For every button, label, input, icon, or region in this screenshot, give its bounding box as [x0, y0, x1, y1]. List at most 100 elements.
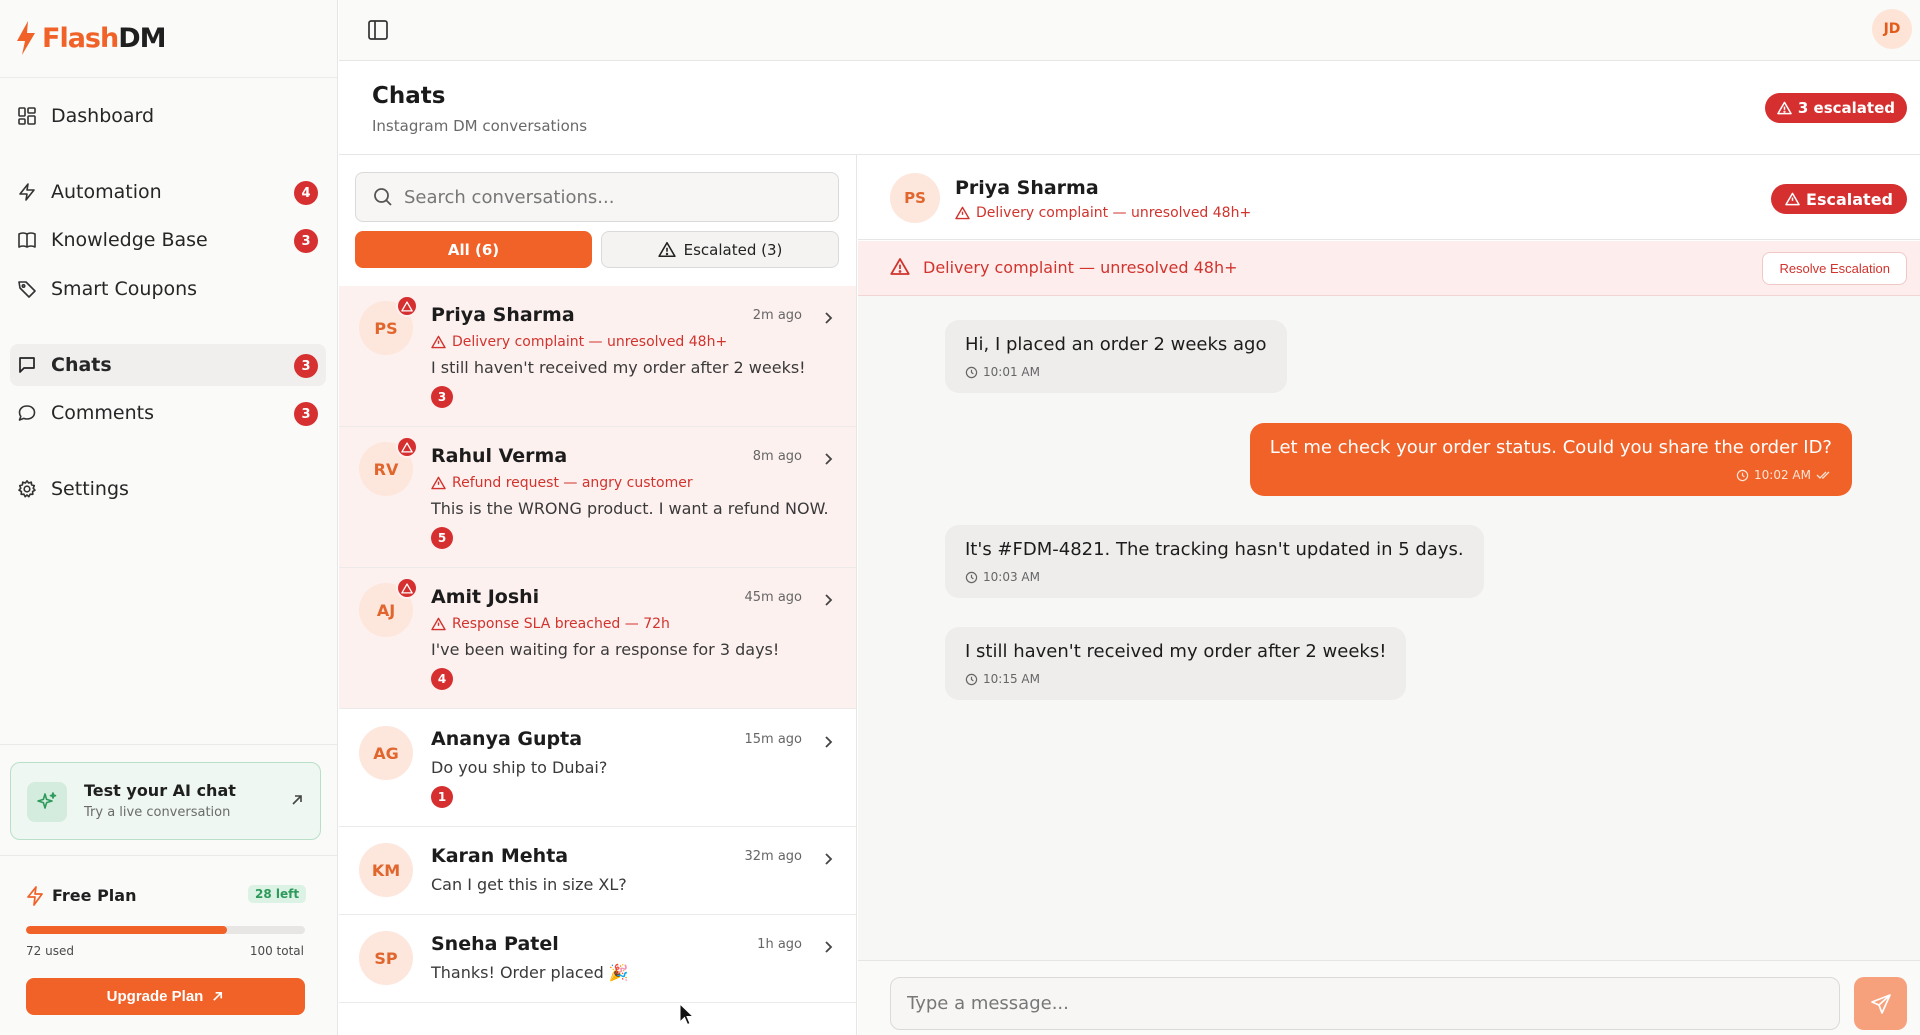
chevron-right-icon	[825, 453, 833, 465]
nav-item-smart-coupons[interactable]: Smart Coupons	[10, 268, 326, 310]
contact-name: Sneha Patel	[431, 933, 559, 955]
page-subtitle: Instagram DM conversations	[372, 117, 588, 135]
escalation-reason-text: Refund request — angry customer	[452, 475, 693, 491]
resolve-escalation-button[interactable]: Resolve Escalation	[1762, 252, 1907, 285]
escalation-reason: Response SLA breached — 72h	[431, 616, 670, 632]
test-ai-chat-card[interactable]: Test your AI chat Try a live conversatio…	[10, 762, 321, 840]
brand-name-part1: Flash	[42, 22, 119, 54]
filter-all-tab[interactable]: All (6)	[355, 231, 592, 268]
nav-label: Knowledge Base	[51, 229, 208, 251]
tag-icon	[16, 278, 38, 300]
avatar: PS	[890, 173, 940, 223]
plan-used-label: 72 used	[26, 944, 74, 958]
search-icon	[374, 188, 392, 206]
message-time: 10:01 AM	[983, 365, 1040, 379]
nav-item-dashboard[interactable]: Dashboard	[10, 95, 326, 137]
plan-total-label: 100 total	[249, 944, 304, 958]
conversation-item[interactable]: RV Rahul Verma 8m ago Refund request — a…	[339, 427, 856, 568]
nav-label: Automation	[51, 181, 162, 203]
contact-name: Amit Joshi	[431, 586, 540, 608]
nav-item-knowledge-base[interactable]: Knowledge Base 3	[10, 219, 326, 261]
message-text: Hi, I placed an order 2 weeks ago	[965, 334, 1267, 355]
chat-contact-name: Priya Sharma	[955, 177, 1099, 199]
unread-count-badge: 4	[431, 668, 453, 690]
chevron-right-icon	[825, 853, 833, 865]
send-button[interactable]	[1854, 977, 1907, 1030]
message-input[interactable]	[890, 977, 1840, 1030]
chevron-right-icon	[825, 594, 833, 606]
conversation-item[interactable]: PS Priya Sharma 2m ago Delivery complain…	[339, 286, 856, 427]
brand-logo[interactable]: FlashDM	[14, 18, 167, 58]
chevron-right-icon	[825, 312, 833, 324]
warning-triangle-icon	[890, 258, 910, 275]
contact-name: Karan Mehta	[431, 845, 569, 867]
sparkle-icon	[27, 782, 67, 822]
escalated-count-badge: 3 escalated	[1764, 93, 1907, 123]
clock-icon	[1736, 469, 1749, 481]
message-time: 32m ago	[744, 849, 802, 864]
message-preview: This is the WRONG product. I want a refu…	[431, 499, 829, 518]
unread-count-badge: 5	[431, 527, 453, 549]
count-badge: 4	[294, 181, 318, 205]
message-preview: Do you ship to Dubai?	[431, 758, 608, 777]
warning-triangle-icon	[431, 335, 446, 349]
conversation-list-pane: All (6) Escalated (3) PS Priya Sharma 2m…	[339, 155, 857, 1035]
unread-count-badge: 1	[431, 786, 453, 808]
filter-escalated-tab[interactable]: Escalated (3)	[601, 231, 839, 268]
contact-name: Ananya Gupta	[431, 728, 583, 750]
contact-name: Rahul Verma	[431, 445, 568, 467]
top-bar: JD	[339, 0, 1920, 61]
search-box	[355, 172, 839, 222]
chat-bubble-icon	[16, 402, 38, 424]
warning-triangle-icon	[955, 206, 970, 220]
filter-escalated-label: Escalated (3)	[683, 240, 783, 259]
message-preview: Can I get this in size XL?	[431, 875, 627, 894]
incoming-message: I still haven't received my order after …	[945, 627, 1407, 700]
message-preview: I've been waiting for a response for 3 d…	[431, 640, 780, 659]
plan-name: Free Plan	[52, 886, 137, 905]
message-preview: I still haven't received my order after …	[431, 358, 806, 377]
search-input[interactable]	[404, 186, 824, 208]
brand-name-part2: DM	[118, 22, 166, 54]
upgrade-plan-button[interactable]: Upgrade Plan	[26, 978, 305, 1015]
escalation-flag-icon	[396, 436, 418, 458]
conversation-item[interactable]: AJ Amit Joshi 45m ago Response SLA breac…	[339, 568, 856, 709]
dashboard-grid-icon	[16, 105, 38, 127]
message-time: 15m ago	[744, 732, 802, 747]
divider	[0, 744, 338, 745]
arrow-up-right-icon	[292, 795, 302, 805]
conversation-item[interactable]: KM Karan Mehta 32m ago Can I get this in…	[339, 827, 856, 915]
message-time: 10:02 AM	[1754, 468, 1811, 482]
nav-label: Settings	[51, 478, 129, 500]
gear-icon	[16, 478, 38, 500]
conversation-item[interactable]: AG Ananya Gupta 15m ago Do you ship to D…	[339, 709, 856, 827]
nav-label: Chats	[51, 354, 112, 376]
bolt-logo-icon	[17, 21, 35, 55]
user-avatar[interactable]: JD	[1872, 9, 1912, 49]
plan-usage-progress-fill	[26, 926, 227, 934]
warning-triangle-icon	[1777, 101, 1792, 115]
warning-triangle-icon	[431, 476, 446, 490]
arrow-up-right-icon	[213, 991, 223, 1001]
warning-triangle-icon	[431, 617, 446, 631]
message-time: 10:03 AM	[983, 570, 1040, 584]
sidebar-toggle-icon[interactable]	[365, 18, 391, 42]
clock-icon	[965, 673, 978, 685]
avatar: KM	[359, 843, 413, 897]
escalated-status-label: Escalated	[1806, 189, 1893, 209]
nav-item-chats[interactable]: Chats 3	[10, 344, 326, 386]
plan-usage-progress	[26, 926, 305, 934]
escalation-reason-text: Response SLA breached — 72h	[452, 616, 670, 632]
message-time: 8m ago	[752, 449, 802, 464]
nav-item-settings[interactable]: Settings	[10, 468, 326, 510]
message-time: 45m ago	[744, 590, 802, 605]
escalation-reason: Delivery complaint — unresolved 48h+	[431, 334, 727, 350]
incoming-message: It's #FDM-4821. The tracking hasn't upda…	[945, 525, 1484, 598]
escalation-flag-icon	[396, 295, 418, 317]
test-chat-title: Test your AI chat	[84, 781, 236, 800]
clock-icon	[965, 366, 978, 378]
nav-item-automation[interactable]: Automation 4	[10, 171, 326, 213]
plan-remaining-badge: 28 left	[248, 885, 307, 903]
conversation-item[interactable]: SP Sneha Patel 1h ago Thanks! Order plac…	[339, 915, 856, 1003]
nav-item-comments[interactable]: Comments 3	[10, 392, 326, 434]
